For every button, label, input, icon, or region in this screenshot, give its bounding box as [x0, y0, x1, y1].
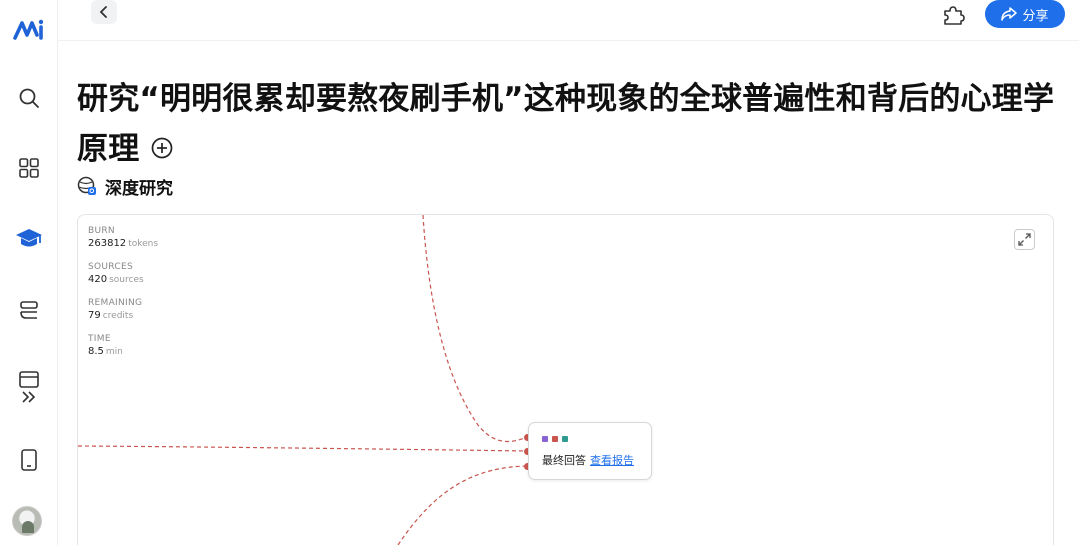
stat-remaining: REMAINING 79 credits [88, 297, 158, 323]
research-canvas[interactable]: BURN 263812 tokens SOURCES 420 sources REM… [77, 214, 1054, 545]
stat-sources: SOURCES 420 sources [88, 261, 158, 287]
stat-unit: sources [109, 275, 144, 285]
link-line-top [422, 215, 529, 443]
link-lines [78, 215, 529, 545]
stats-panel: BURN 263812 tokens SOURCES 420 sources REM… [88, 225, 158, 369]
topbar: 分享 [58, 0, 1079, 41]
stat-burn: BURN 263812 tokens [88, 225, 158, 251]
stat-unit: min [105, 347, 123, 357]
mobile-icon[interactable] [9, 440, 49, 480]
stat-label: SOURCES [88, 262, 133, 272]
search-icon[interactable] [9, 78, 49, 118]
apps-grid-icon[interactable] [9, 148, 49, 188]
stat-number: 79 [88, 310, 101, 321]
chevron-left-icon [99, 6, 107, 18]
stat-unit: tokens [128, 239, 159, 249]
page-title-text: 研究“明明很累却要熬夜刷手机”这种现象的全球普遍性和背后的心理学原理 [77, 81, 1055, 167]
stat-number: 420 [88, 274, 108, 285]
mode-label: 深度研究 [105, 178, 173, 199]
share-label: 分享 [1022, 8, 1049, 24]
expand-button[interactable] [1014, 229, 1035, 250]
stat-number: 263812 [88, 238, 127, 249]
final-answer-node[interactable]: 最终回答 查看报告 [528, 422, 652, 480]
share-button[interactable]: 分享 [985, 0, 1065, 28]
avatar[interactable] [12, 506, 42, 536]
stat-value: 263812 tokens [88, 237, 158, 251]
back-button[interactable] [91, 0, 117, 24]
add-circle-icon[interactable] [151, 137, 173, 159]
share-icon [1001, 7, 1018, 21]
deep-research-icon [77, 176, 96, 195]
page-title: 研究“明明很累却要熬夜刷手机”这种现象的全球普遍性和背后的心理学原理 [77, 74, 1067, 174]
stat-label: REMAINING [88, 298, 143, 308]
stat-value: 79 credits [88, 309, 158, 323]
stat-number: 8.5 [88, 346, 104, 357]
graduation-cap-icon[interactable] [9, 218, 49, 258]
expand-icon [1018, 233, 1031, 246]
mode-row: 深度研究 [77, 174, 173, 199]
node-dots [542, 436, 568, 442]
stat-value: 8.5 min [88, 345, 158, 359]
puzzle-icon [944, 6, 965, 25]
sidebar [0, 0, 58, 545]
logo-icon[interactable] [9, 10, 49, 50]
node-text: 最终回答 查看报告 [542, 452, 634, 468]
node-dot [552, 436, 558, 442]
stat-value: 420 sources [88, 273, 158, 287]
node-dot [542, 436, 548, 442]
stat-label: TIME [88, 334, 111, 344]
stat-unit: credits [102, 311, 134, 321]
layers-icon[interactable] [9, 290, 49, 330]
node-dot [562, 436, 568, 442]
stat-time: TIME 8.5 min [88, 333, 158, 359]
stat-label: BURN [88, 226, 115, 236]
view-report-link[interactable]: 查看报告 [590, 454, 634, 467]
link-line-bottom [397, 465, 529, 545]
final-answer-label: 最终回答 [542, 454, 586, 467]
link-line-left [78, 445, 529, 452]
double-chevron-right-icon[interactable] [9, 378, 49, 416]
plugin-button[interactable] [940, 2, 966, 28]
